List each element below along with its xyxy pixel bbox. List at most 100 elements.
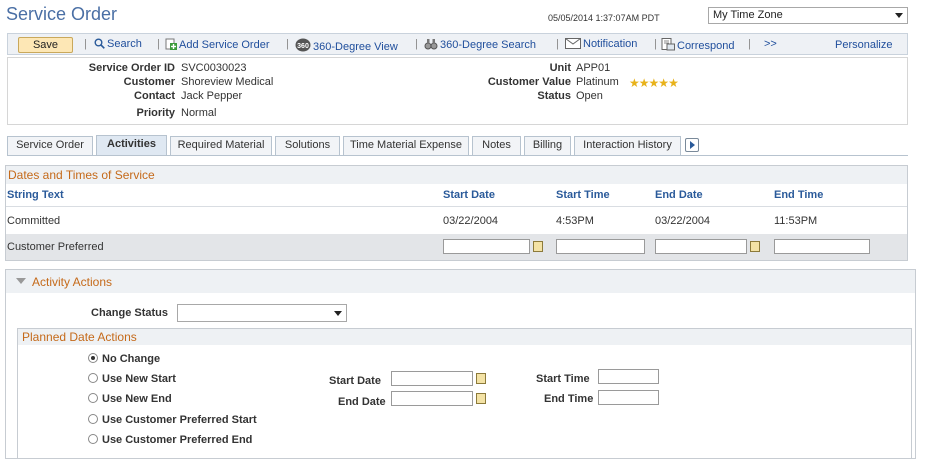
activity-actions-section: Activity Actions Change Status Planned D… [5,269,916,459]
search-label: Search [107,38,142,50]
binoculars-icon [424,39,438,50]
preferred-start-time-input[interactable] [556,239,645,254]
toolbar-separator: | [748,38,751,50]
change-status-select[interactable] [177,304,347,322]
360-degree-search-label: 360-Degree Search [440,39,537,51]
radio-label: Use New End [102,393,172,405]
toolbar-separator: | [415,38,418,50]
col-header-end-time[interactable]: End Time [774,189,823,201]
change-status-label: Change Status [91,307,169,319]
star-icon: ★ [668,76,679,90]
toolbar: Save | Search | Add Service Order | 360 3… [7,33,908,55]
chevron-down-icon [334,311,342,316]
grid-divider [6,206,907,207]
svg-text:360: 360 [297,43,309,50]
tab-scroll-right-button[interactable] [685,138,699,152]
tab-interaction-history[interactable]: Interaction History [574,136,681,155]
star-icon: ★ [658,76,669,90]
service-order-id-value: SVC0030023 [181,62,247,74]
more-actions-button[interactable]: >> [764,38,777,50]
toolbar-separator: | [654,38,657,50]
correspond-label: Correspond [677,40,735,52]
section-header[interactable]: Activity Actions [6,270,915,293]
search-button[interactable]: Search [94,38,142,50]
notification-button[interactable]: Notification [565,38,637,50]
tab-notes[interactable]: Notes [472,136,521,155]
contact-link[interactable]: Jack Pepper [181,90,242,102]
search-icon [94,38,105,49]
tab-solutions[interactable]: Solutions [275,136,340,155]
timezone-select[interactable]: My Time Zone [708,7,908,24]
end-date-input[interactable] [391,391,473,406]
calendar-icon[interactable] [476,393,486,404]
service-order-id-label: Service Order ID [88,62,175,74]
end-time-label: End Time [544,393,594,405]
planned-date-actions-group: Planned Date Actions No Change Use New S… [17,328,912,459]
tab-activities[interactable]: Activities [96,135,167,155]
page-title: Service Order [6,4,118,24]
radio-no-change[interactable] [88,353,98,363]
toolbar-separator: | [84,38,87,50]
priority-value: Normal [181,107,217,119]
radio-label: No Change [102,353,161,365]
col-header-string-text[interactable]: String Text [7,189,64,201]
toolbar-separator: | [556,38,559,50]
radio-use-new-start[interactable] [88,373,98,383]
calendar-icon[interactable] [476,373,486,384]
customer-link[interactable]: Shoreview Medical [181,76,273,88]
play-right-icon [690,141,695,149]
correspond-icon [661,38,675,51]
end-time-input[interactable] [598,390,659,405]
add-service-order-label: Add Service Order [179,39,270,51]
col-header-end-date[interactable]: End Date [655,189,703,201]
360-degree-view-label: 360-Degree View [313,41,398,53]
tab-time-material-expense[interactable]: Time Material Expense [343,136,469,155]
radio-label: Use New Start [102,373,176,385]
tab-billing[interactable]: Billing [524,136,571,155]
col-header-start-time[interactable]: Start Time [556,189,610,201]
status-label: Status [537,90,571,102]
datetime-stamp: 05/05/2014 1:37:07AM PDT [548,13,660,23]
end-date-label: End Date [338,396,386,408]
360-degree-view-button[interactable]: 360 360-Degree View [295,38,398,53]
change-status-value [178,305,181,317]
section-title: Activity Actions [32,275,113,289]
star-icon: ★ [648,76,660,90]
preferred-end-date-input[interactable] [655,239,747,254]
radio-use-customer-preferred-end[interactable] [88,434,98,444]
toolbar-separator: | [157,38,160,50]
start-date-label: Start Date [329,375,381,387]
360-degree-search-button[interactable]: 360-Degree Search [424,38,536,51]
calendar-icon[interactable] [750,241,760,252]
timezone-value: My Time Zone [713,9,783,21]
360-icon: 360 [295,38,311,52]
preferred-start-date-input[interactable] [443,239,530,254]
cell-string-text: Customer Preferred [7,241,104,253]
unit-label: Unit [549,62,571,74]
col-header-start-date[interactable]: Start Date [443,189,495,201]
cell-string-text: Committed [7,215,61,227]
start-time-input[interactable] [598,369,659,384]
radio-use-customer-preferred-start[interactable] [88,414,98,424]
collapse-triangle-icon[interactable] [16,278,26,284]
personalize-link[interactable]: Personalize [835,39,892,51]
preferred-end-time-input[interactable] [774,239,870,254]
save-button[interactable]: Save [18,37,73,53]
radio-label: Use Customer Preferred End [102,434,253,446]
tab-service-order[interactable]: Service Order [7,136,93,155]
correspond-button[interactable]: Correspond [661,38,734,52]
chevron-down-icon [895,13,903,18]
radio-use-new-end[interactable] [88,393,98,403]
add-icon [165,38,177,50]
customer-value-label: Customer Value [487,76,571,88]
cell-start-date: 03/22/2004 [443,215,499,227]
tab-bar-line [7,155,908,156]
cell-start-time: 4:53PM [556,215,594,227]
grid-title: Dates and Times of Service [6,166,907,184]
start-date-input[interactable] [391,371,473,386]
calendar-icon[interactable] [533,241,543,252]
add-service-order-button[interactable]: Add Service Order [165,38,269,51]
radio-label: Use Customer Preferred Start [102,414,257,426]
tab-required-material[interactable]: Required Material [170,136,272,155]
customer-label: Customer [123,76,175,88]
